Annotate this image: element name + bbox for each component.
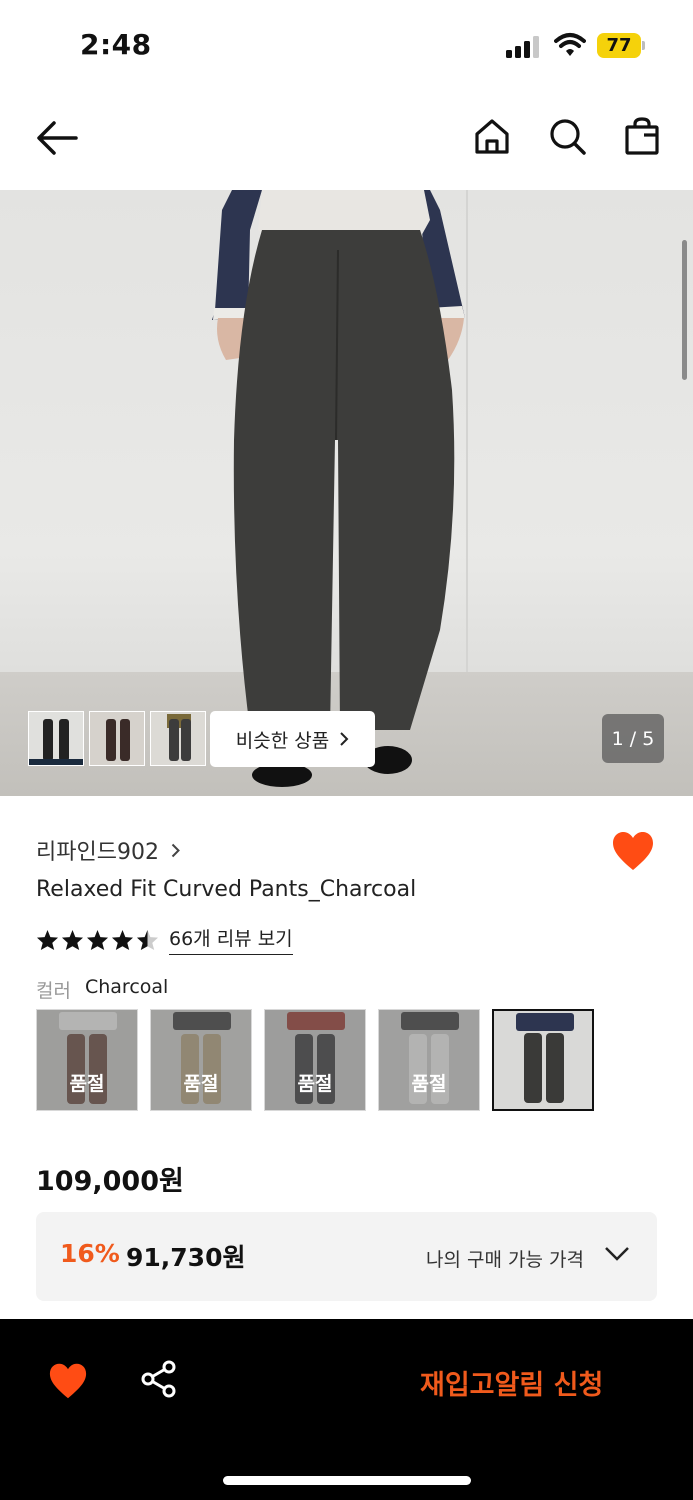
heart-icon[interactable] (48, 1362, 88, 1400)
product-title: Relaxed Fit Curved Pants_Charcoal (36, 877, 417, 902)
half-star-icon (136, 929, 159, 950)
battery-icon: 77 (597, 33, 645, 58)
similar-products-label: 비슷한 상품 (235, 729, 330, 752)
gallery-thumbnails (28, 711, 206, 766)
star-rating (36, 929, 159, 951)
status-time: 2:48 (80, 28, 152, 61)
discount-price: 91,730원 (126, 1243, 246, 1272)
home-icon[interactable] (472, 116, 512, 156)
product-photo (212, 190, 465, 787)
bottom-action-bar: 재입고알림 신청 (0, 1319, 693, 1500)
color-swatch[interactable]: 품절 (150, 1009, 252, 1111)
rating-row: 66개 리뷰 보기 (36, 924, 293, 955)
gallery-thumbnail[interactable] (150, 711, 206, 766)
battery-level: 77 (597, 33, 641, 58)
star-icon (36, 929, 59, 950)
cellular-signal-icon (506, 36, 539, 58)
scrollbar[interactable] (682, 240, 687, 380)
status-bar: 2:48 77 (0, 0, 693, 92)
color-swatches: 품절 품절 품절 품절 (36, 1009, 594, 1111)
chevron-right-icon (340, 732, 349, 746)
arrow-left-icon[interactable] (34, 118, 80, 158)
heart-icon[interactable] (611, 830, 655, 872)
brand-name: 리파인드902 (36, 840, 159, 865)
soldout-label: 품절 (69, 1073, 105, 1095)
color-value: Charcoal (84, 976, 169, 998)
discount-price-box[interactable]: 16% 91,730원 나의 구매 가능 가격 (36, 1212, 657, 1301)
reviews-link[interactable]: 66개 리뷰 보기 (169, 924, 293, 955)
similar-products-button[interactable]: 비슷한 상품 (210, 711, 375, 767)
soldout-label: 품절 (411, 1073, 447, 1095)
chevron-right-icon (171, 843, 180, 857)
my-price-label: 나의 구매 가능 가격 (426, 1249, 584, 1271)
color-swatch-selected[interactable] (492, 1009, 594, 1111)
gallery-thumbnail[interactable] (28, 711, 84, 766)
color-swatch[interactable]: 품절 (264, 1009, 366, 1111)
product-image-gallery[interactable]: 비슷한 상품 1 / 5 (0, 190, 693, 796)
color-swatch[interactable]: 품절 (378, 1009, 480, 1111)
search-icon[interactable] (547, 116, 587, 156)
star-icon (86, 929, 109, 950)
star-icon (111, 929, 134, 950)
share-icon[interactable] (140, 1360, 178, 1398)
chevron-down-icon (605, 1247, 629, 1261)
color-label: 컬러 (36, 980, 71, 1002)
shopping-bag-icon[interactable] (622, 116, 662, 156)
original-price: 109,000원 (36, 1166, 184, 1197)
soldout-label: 품절 (297, 1073, 333, 1095)
home-indicator (223, 1476, 471, 1485)
page-indicator: 1 / 5 (602, 714, 664, 763)
color-swatch[interactable]: 품절 (36, 1009, 138, 1111)
soldout-label: 품절 (183, 1073, 219, 1095)
star-icon (61, 929, 84, 950)
top-nav (0, 92, 693, 190)
discount-percent: 16% (60, 1239, 120, 1268)
gallery-thumbnail[interactable] (89, 711, 145, 766)
color-selector-label: 컬러 Charcoal (36, 976, 168, 1003)
brand-link[interactable]: 리파인드902 (36, 834, 180, 866)
wifi-icon (554, 33, 586, 56)
restock-alert-button[interactable]: 재입고알림 신청 (420, 1363, 603, 1402)
